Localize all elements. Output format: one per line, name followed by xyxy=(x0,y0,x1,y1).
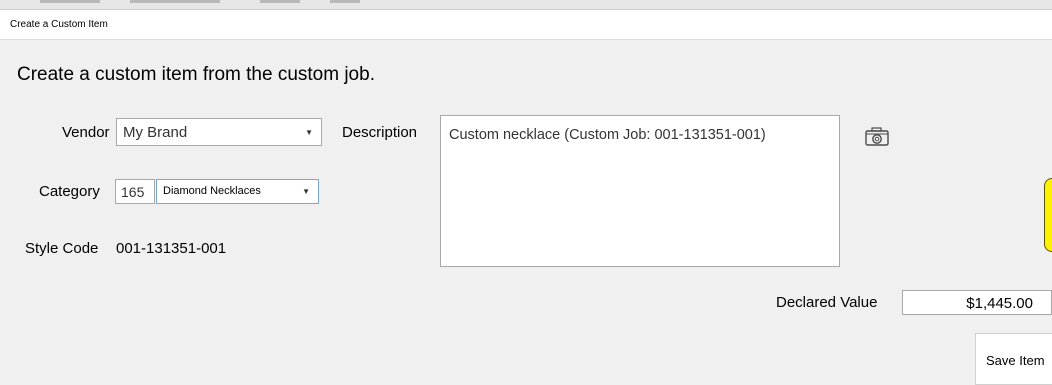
description-label: Description xyxy=(342,124,418,141)
category-label: Category xyxy=(39,183,100,200)
style-code-label: Style Code xyxy=(25,240,99,257)
description-textarea[interactable]: Custom necklace (Custom Job: 001-131351-… xyxy=(440,115,840,267)
declared-value-label: Declared Value xyxy=(776,294,878,311)
background-window-strip xyxy=(0,0,1052,9)
dialog-title: Create a Custom Item xyxy=(10,19,108,30)
background-text-fragment xyxy=(330,0,360,3)
vendor-select[interactable]: My Brand ▼ xyxy=(116,118,322,146)
background-text-fragment xyxy=(130,0,220,3)
page-heading: Create a custom item from the custom job… xyxy=(17,64,375,85)
category-code-field[interactable]: 165 xyxy=(115,179,155,204)
side-tab[interactable] xyxy=(1044,178,1052,252)
style-code-value: 001-131351-001 xyxy=(116,240,227,257)
camera-icon[interactable] xyxy=(864,125,890,147)
background-text-fragment xyxy=(40,0,100,3)
description-value: Custom necklace (Custom Job: 001-131351-… xyxy=(449,127,766,143)
vendor-value: My Brand xyxy=(123,124,188,141)
category-value: Diamond Necklaces xyxy=(163,185,261,197)
background-text-fragment xyxy=(260,0,300,3)
dialog-title-bar: Create a Custom Item xyxy=(0,9,1052,40)
declared-value: $1,445.00 xyxy=(966,295,1033,312)
save-item-label: Save Item xyxy=(986,353,1045,368)
category-code-value: 165 xyxy=(121,184,145,200)
category-select[interactable]: Diamond Necklaces ▼ xyxy=(156,179,319,204)
chevron-down-icon: ▼ xyxy=(302,187,310,196)
save-item-button[interactable]: Save Item xyxy=(975,333,1052,385)
chevron-down-icon: ▼ xyxy=(305,128,313,137)
vendor-label: Vendor xyxy=(62,124,110,141)
declared-value-field[interactable]: $1,445.00 xyxy=(902,290,1052,315)
